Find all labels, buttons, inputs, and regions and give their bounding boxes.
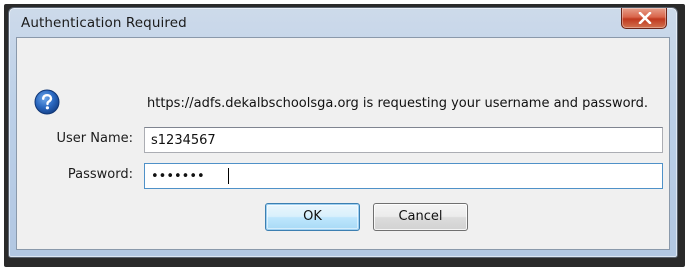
cancel-button[interactable]: Cancel — [373, 203, 468, 231]
dialog-title: Authentication Required — [21, 15, 187, 31]
close-icon — [638, 12, 652, 24]
ok-button[interactable]: OK — [265, 203, 360, 231]
username-label: User Name: — [56, 131, 134, 146]
title-bar[interactable]: Authentication Required — [9, 8, 677, 36]
username-field[interactable] — [144, 127, 663, 153]
auth-dialog: Authentication Required https://adfs.dek… — [8, 7, 678, 258]
close-button[interactable] — [621, 8, 667, 29]
question-icon — [34, 89, 60, 115]
password-field[interactable] — [144, 163, 663, 189]
dialog-body: https://adfs.dekalbschoolsga.org is requ… — [16, 37, 670, 250]
password-label: Password: — [67, 167, 133, 182]
auth-message: https://adfs.dekalbschoolsga.org is requ… — [147, 96, 649, 111]
text-caret — [228, 168, 229, 184]
